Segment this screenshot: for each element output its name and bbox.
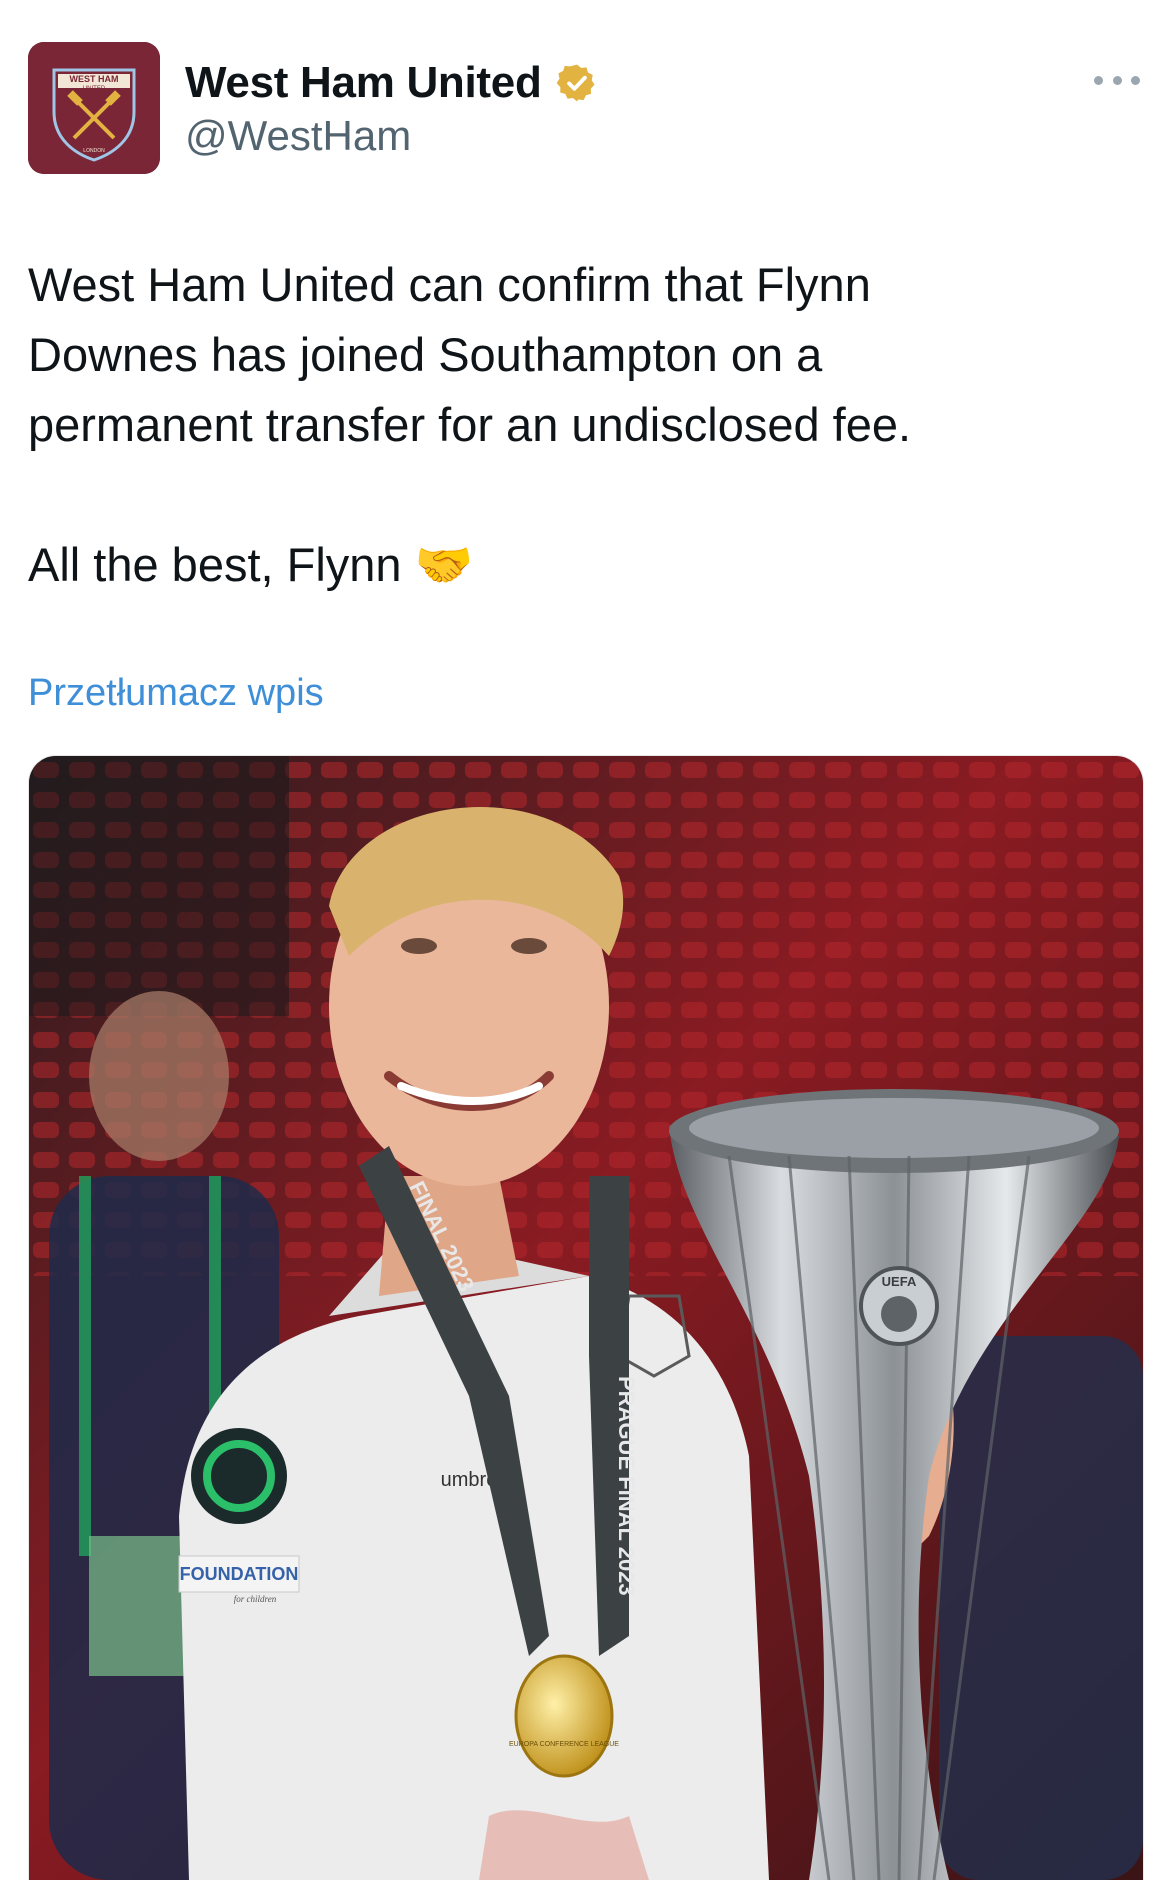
tweet-text: West Ham United can confirm that Flynn D… (28, 258, 912, 591)
trophy-badge-text: UEFA (882, 1274, 917, 1289)
crest-top-text: WEST HAM (70, 74, 119, 84)
more-dot (1094, 75, 1103, 85)
account-name-row: West Ham United (185, 52, 598, 114)
account-display-name[interactable]: West Ham United (185, 58, 542, 108)
west-ham-crest-icon: WEST HAM UNITED LONDON (28, 42, 160, 174)
account-avatar[interactable]: WEST HAM UNITED LONDON (28, 42, 160, 174)
more-dot (1112, 75, 1122, 85)
medal-text: EUROPA CONFERENCE LEAGUE (509, 1741, 619, 1748)
sleeve-patch-sub: for children (234, 1594, 277, 1604)
translate-post-link[interactable]: Przetłumacz wpis (28, 672, 324, 715)
gold-medal-icon (514, 1654, 614, 1778)
account-handle[interactable]: @WestHam (185, 112, 411, 160)
crest-sub-text: UNITED (83, 86, 106, 92)
tweet-photo[interactable]: FOUNDATION for children umbro FINAL 2023… (28, 755, 1144, 1880)
more-options-icon[interactable] (1094, 68, 1140, 92)
lanyard-text-right: PRAGUE FINAL 2023 (614, 1376, 639, 1596)
verified-badge-icon[interactable] (556, 62, 598, 104)
more-dot (1131, 75, 1140, 85)
sleeve-patch-text: FOUNDATION (180, 1564, 299, 1584)
player-trophy-photo: FOUNDATION for children umbro FINAL 2023… (29, 756, 1143, 1880)
crest-bottom-text: LONDON (83, 148, 105, 154)
